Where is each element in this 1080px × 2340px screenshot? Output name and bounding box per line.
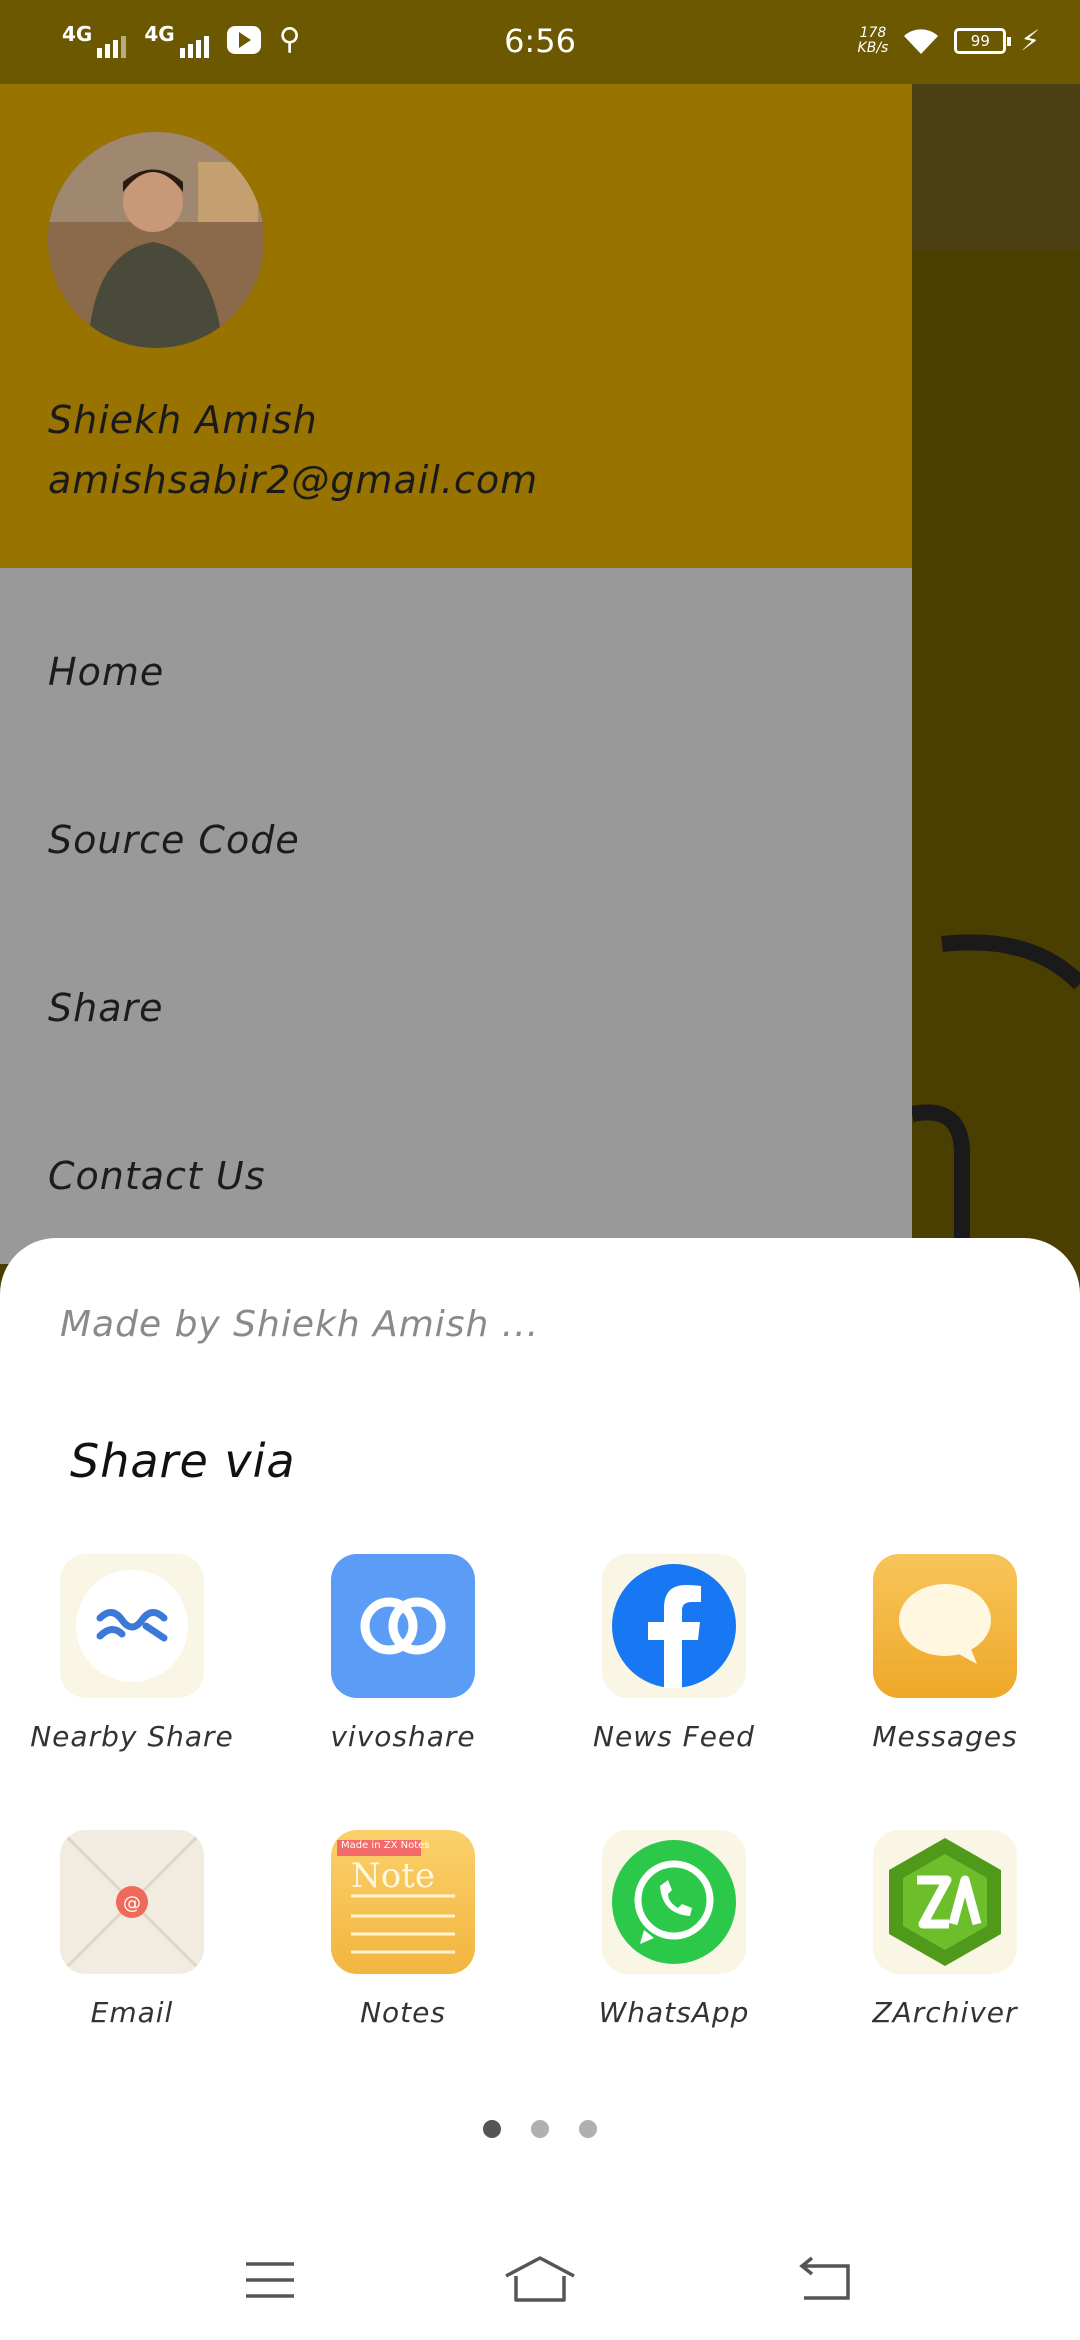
battery-level: 99 bbox=[970, 31, 990, 50]
battery-icon: 99 bbox=[954, 27, 1012, 54]
share-app-vivoshare[interactable]: vivoshare bbox=[268, 1554, 538, 1753]
app-label: Messages bbox=[872, 1720, 1018, 1753]
notes-icon-text: Note bbox=[351, 1856, 436, 1896]
home-button[interactable] bbox=[500, 2250, 580, 2310]
notes-ribbon-text: Made in ZX Notes bbox=[341, 1840, 430, 1851]
whatsapp-icon bbox=[602, 1830, 746, 1974]
system-navigation-bar bbox=[0, 2220, 1080, 2340]
notes-icon: Made in ZX Notes Note bbox=[331, 1830, 475, 1974]
wifi-icon bbox=[904, 28, 939, 54]
share-app-news-feed[interactable]: News Feed bbox=[539, 1554, 809, 1753]
app-label: ZArchiver bbox=[872, 1996, 1018, 2029]
page-indicator bbox=[0, 2120, 1080, 2138]
profile-photo bbox=[48, 132, 264, 348]
share-app-whatsapp[interactable]: WhatsApp bbox=[539, 1830, 809, 2029]
navigation-drawer: Shiekh Amish amishsabir2@gmail.com Home … bbox=[0, 84, 912, 1264]
share-app-messages[interactable]: Messages bbox=[810, 1554, 1080, 1753]
home-icon bbox=[505, 2256, 575, 2302]
app-toolbar-shadow bbox=[912, 84, 1080, 250]
messages-icon bbox=[873, 1554, 1017, 1698]
menu-button[interactable] bbox=[232, 2250, 312, 2310]
menu-item-contact-us[interactable]: Contact Us bbox=[48, 1154, 266, 1198]
app-label: News Feed bbox=[593, 1720, 755, 1753]
share-app-email[interactable]: @ Email bbox=[0, 1830, 267, 2029]
page-dot-2[interactable] bbox=[531, 2120, 549, 2138]
share-app-nearby-share[interactable]: Nearby Share bbox=[0, 1554, 267, 1753]
menu-item-source-code[interactable]: Source Code bbox=[48, 818, 300, 862]
facebook-icon bbox=[602, 1554, 746, 1698]
app-label: vivoshare bbox=[330, 1720, 476, 1753]
vivoshare-icon bbox=[331, 1554, 475, 1698]
status-bar: 4G 4G ⚲ 6:56 178 KB/s 99 ⚡ bbox=[0, 0, 1080, 84]
user-name: Shiekh Amish bbox=[48, 398, 318, 442]
speed-unit: KB/s bbox=[857, 39, 889, 56]
share-subtitle: Made by Shiekh Amish ... bbox=[60, 1304, 540, 1345]
background-illustration bbox=[912, 934, 1080, 1244]
app-label: Notes bbox=[360, 1996, 446, 2029]
share-sheet: Made by Shiekh Amish ... Share via Nearb… bbox=[0, 1238, 1080, 2340]
app-label: Nearby Share bbox=[30, 1720, 234, 1753]
network-speed: 178 KB/s bbox=[857, 24, 889, 56]
menu-icon bbox=[246, 2262, 294, 2298]
speed-value: 178 bbox=[859, 24, 887, 41]
app-label: Email bbox=[90, 1996, 174, 2029]
charging-icon: ⚡ bbox=[1020, 24, 1040, 57]
back-icon bbox=[799, 2256, 850, 2300]
drawer-header: Shiekh Amish amishsabir2@gmail.com bbox=[0, 84, 912, 568]
avatar[interactable] bbox=[48, 132, 264, 348]
status-right: 178 KB/s 99 ⚡ bbox=[858, 24, 1040, 57]
share-title: Share via bbox=[70, 1434, 296, 1488]
share-app-zarchiver[interactable]: ZArchiver bbox=[810, 1830, 1080, 2029]
menu-item-home[interactable]: Home bbox=[48, 650, 164, 694]
page-dot-1[interactable] bbox=[483, 2120, 501, 2138]
svg-text:@: @ bbox=[123, 1893, 141, 1914]
back-button[interactable] bbox=[786, 2250, 866, 2310]
share-app-notes[interactable]: Made in ZX Notes Note Notes bbox=[268, 1830, 538, 2029]
nearby-share-icon bbox=[60, 1554, 204, 1698]
user-email: amishsabir2@gmail.com bbox=[48, 458, 539, 502]
menu-item-share[interactable]: Share bbox=[48, 986, 164, 1030]
zarchiver-icon bbox=[873, 1830, 1017, 1974]
page-dot-3[interactable] bbox=[579, 2120, 597, 2138]
app-label: WhatsApp bbox=[598, 1996, 750, 2029]
app-background bbox=[912, 84, 1080, 1244]
email-icon: @ bbox=[60, 1830, 204, 1974]
